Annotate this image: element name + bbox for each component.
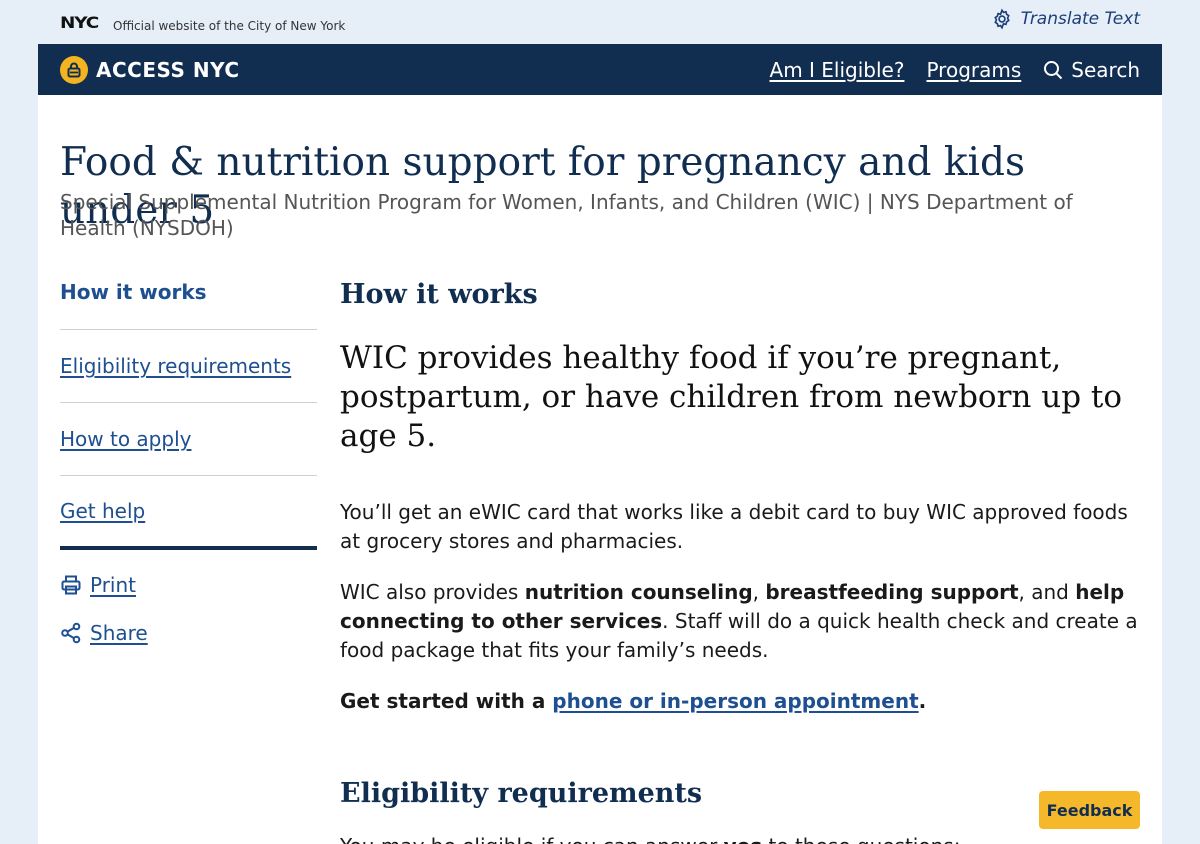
lock-icon [60, 55, 88, 84]
sidebar-item-how-it-works[interactable]: How it works [60, 275, 317, 330]
sidebar-item-how-to-apply[interactable]: How to apply [60, 403, 317, 476]
feedback-button[interactable]: Feedback [1039, 791, 1140, 829]
text-segment: You may be eligible if you can answer [340, 834, 724, 844]
text-segment: to these questions: [762, 834, 961, 844]
sidebar-item-eligibility[interactable]: Eligibility requirements [60, 330, 317, 403]
paragraph-get-started: Get started with a phone or in-person ap… [340, 687, 1140, 716]
section-heading-how-it-works: How it works [340, 279, 538, 310]
gear-icon [994, 8, 1010, 30]
main-nav: Am I Eligible? Programs Search [770, 58, 1140, 82]
share-icon [61, 622, 81, 644]
text-segment: Get started with a [340, 689, 553, 713]
text-segment: , [752, 580, 766, 604]
text-segment: , and [1018, 580, 1076, 604]
official-website-text: Official website of the City of New York [113, 19, 346, 33]
text-segment: . [918, 689, 927, 713]
paragraph-eligibility-intro: You may be eligible if you can answer ye… [340, 832, 1140, 844]
share-button[interactable]: Share [60, 620, 317, 646]
sidebar-nav: How it works Eligibility requirements Ho… [60, 275, 317, 646]
nav-programs[interactable]: Programs [926, 58, 1021, 82]
printer-icon [61, 575, 81, 595]
text-segment: WIC also provides [340, 580, 525, 604]
page-subtitle: Special Supplemental Nutrition Program f… [60, 190, 1073, 240]
site-header: ACCESS NYC Am I Eligible? Programs Searc… [38, 44, 1162, 95]
appointment-link[interactable]: phone or in-person appointment [552, 689, 918, 713]
lead-paragraph: WIC provides healthy food if you’re preg… [340, 340, 1123, 454]
bold-segment: breastfeeding support [765, 580, 1019, 604]
search-label: Search [1071, 57, 1140, 82]
sidebar-item-label[interactable]: Eligibility requirements [60, 354, 291, 378]
nav-search[interactable]: Search [1043, 58, 1140, 82]
main-content: How it works WIC provides healthy food i… [340, 275, 1140, 844]
brand-name: ACCESS NYC [96, 57, 240, 82]
main-card: Food & nutrition support for pregnancy a… [38, 95, 1162, 844]
access-nyc-logo[interactable]: ACCESS NYC [60, 55, 240, 84]
paragraph-ewic-card: You’ll get an eWIC card that works like … [340, 500, 1128, 553]
section-heading-eligibility: Eligibility requirements [340, 778, 703, 809]
paragraph-wic-services: WIC also provides nutrition counseling , … [340, 578, 1140, 665]
translate-label: Translate Text [1020, 9, 1140, 29]
top-bar: NYC Official website of the City of New … [0, 0, 1200, 44]
sidebar-item-label: How it works [60, 280, 207, 304]
sidebar-item-label[interactable]: How to apply [60, 427, 191, 451]
print-label[interactable]: Print [90, 573, 136, 597]
nav-am-i-eligible[interactable]: Am I Eligible? [770, 58, 905, 82]
translate-button[interactable]: Translate Text [991, 7, 1140, 31]
sidebar-item-get-help[interactable]: Get help [60, 476, 317, 550]
print-button[interactable]: Print [60, 572, 317, 598]
nyc-logo[interactable]: NYC [60, 14, 99, 32]
search-icon [1044, 60, 1063, 79]
bold-segment: nutrition counseling [524, 580, 753, 604]
share-label[interactable]: Share [90, 621, 148, 645]
sidebar-item-label[interactable]: Get help [60, 499, 145, 523]
bold-segment: yes [724, 834, 763, 844]
